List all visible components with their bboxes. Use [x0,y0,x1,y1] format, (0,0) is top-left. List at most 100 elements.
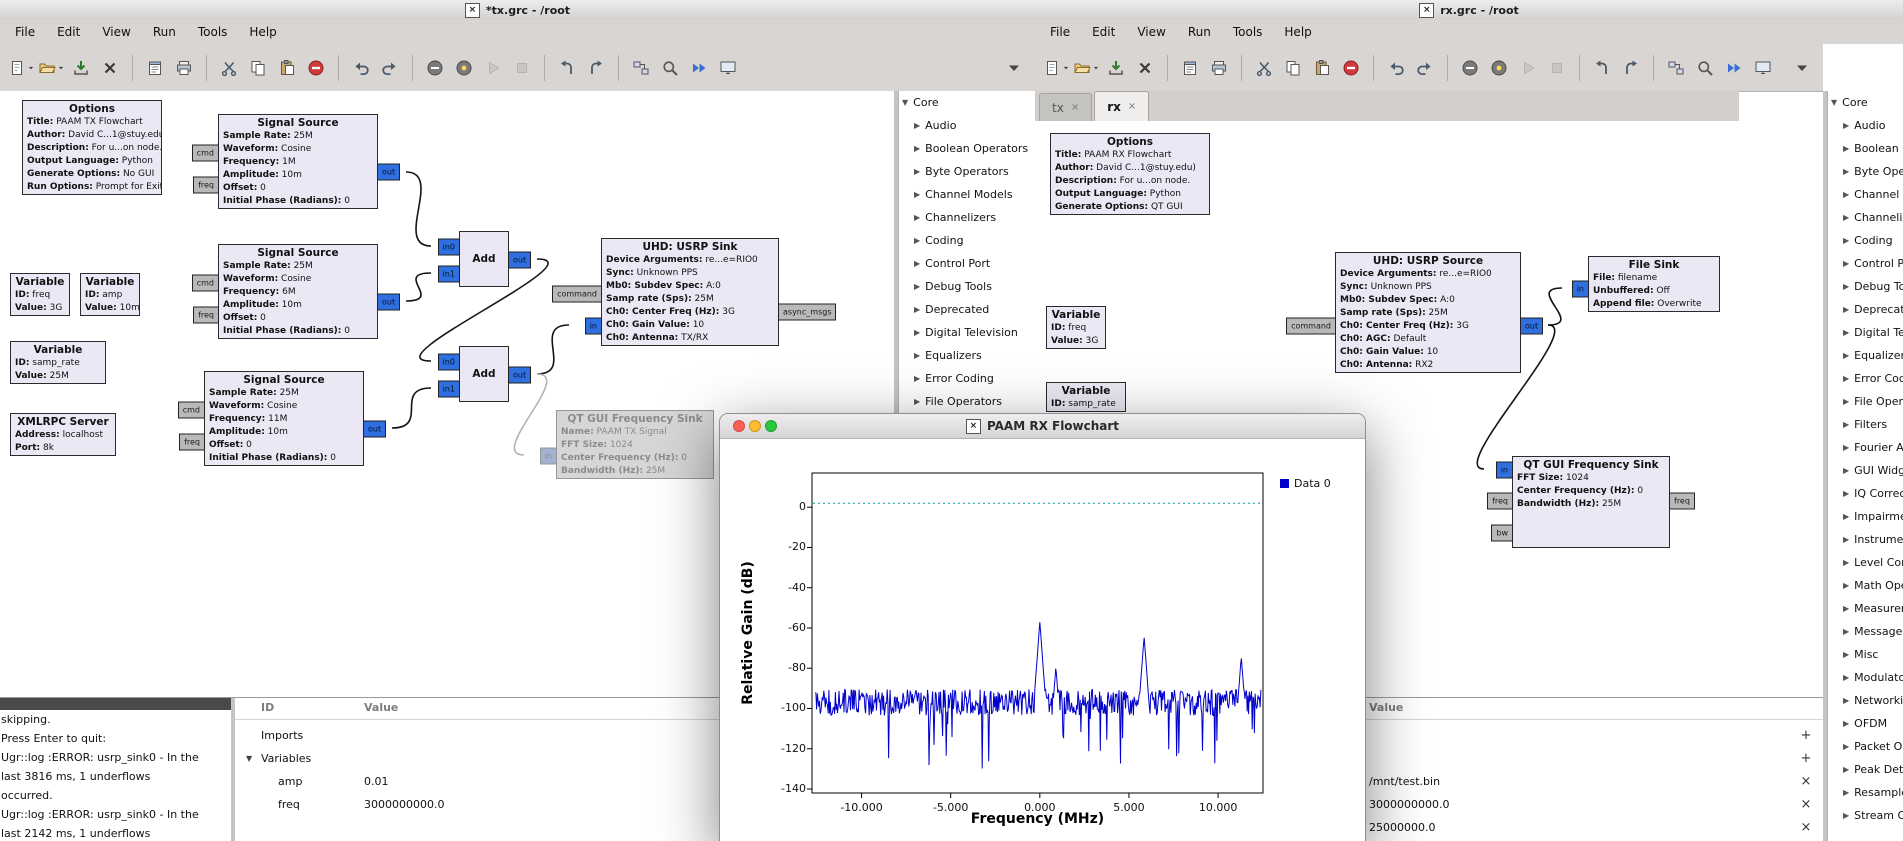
variable-value[interactable]: 25000000.0 [1369,816,1435,838]
play-button[interactable] [1515,52,1541,84]
port-in[interactable]: in [540,448,557,465]
tree-category-channel-models[interactable]: ▶Channel Models [899,183,1036,206]
menu-run[interactable]: Run [1177,22,1222,42]
tree-category-gui-widgets[interactable]: ▶GUI Widgets [1828,459,1903,482]
tree-category-coding[interactable]: ▶Coding [1828,229,1903,252]
tree-category-instrumentation[interactable]: ▶Instrumentation [1828,528,1903,551]
flowgraph-block-signal-source-1[interactable]: Signal SourceSample Rate: 25MWaveform: C… [218,114,378,209]
save-file-button[interactable] [68,52,94,84]
tree-category-channelizers[interactable]: ▶Channelizers [1828,206,1903,229]
tree-root-core[interactable]: ▼Core [1828,91,1903,114]
copy-button[interactable] [1280,52,1306,84]
tree-category-ofdm[interactable]: ▶OFDM [1828,712,1903,735]
collapse-arrow-icon[interactable]: ▼ [902,98,908,107]
flowgraph-block-qtgui-frequency-sink-rx[interactable]: QT GUI Frequency SinkFFT Size: 1024Cente… [1512,456,1670,548]
tree-category-level-controllers[interactable]: ▶Level Controllers [1828,551,1903,574]
close-file-button[interactable] [1132,52,1158,84]
flowgraph-block-variable-samp-rate-rx[interactable]: VariableID: samp_rate [1046,382,1126,412]
save-file-button[interactable] [1103,52,1129,84]
tab-close-icon[interactable]: × [1128,101,1136,112]
flowgraph-block-uhd-usrp-source[interactable]: UHD: USRP SourceDevice Arguments: re...e… [1335,252,1521,373]
port-in[interactable]: in [1496,462,1513,479]
kill-flowgraph-button[interactable] [422,52,448,84]
tree-category-debug-tools[interactable]: ▶Debug Tools [899,275,1036,298]
variable-value[interactable]: 3000000000.0 [1369,793,1449,815]
variable-row-variables[interactable]: Variables [261,747,311,769]
flowgraph-block-qtgui-frequency-sink-tx[interactable]: QT GUI Frequency SinkName: PAAM TX Signa… [556,410,714,479]
stop-button[interactable] [1544,52,1570,84]
port-in0[interactable]: in0 [438,239,460,256]
new-file-button[interactable] [1043,52,1070,84]
variable-row-imports[interactable]: Imports [261,724,303,746]
tree-category-byte-operators[interactable]: ▶Byte Operators [899,160,1036,183]
print-button[interactable] [171,52,197,84]
flowgraph-block-file-sink[interactable]: File SinkFile: filenameUnbuffered: OffAp… [1588,256,1720,312]
menu-run[interactable]: Run [142,22,187,42]
port-out[interactable]: out [508,252,531,269]
tree-category-coding[interactable]: ▶Coding [899,229,1036,252]
tree-category-file-operators[interactable]: ▶File Operators [899,390,1036,413]
tree-category-digital-television[interactable]: ▶Digital Television [1828,321,1903,344]
port-in[interactable]: in [585,318,602,335]
flowgraph-block-options-rx[interactable]: OptionsTitle: PAAM RX FlowchartAuthor: D… [1050,133,1210,215]
paste-button[interactable] [274,52,300,84]
tab-close-icon[interactable]: × [1071,102,1079,113]
menu-file[interactable]: File [4,22,46,42]
copy-button[interactable] [245,52,271,84]
undo-button[interactable] [1383,52,1409,84]
cut-button[interactable] [1251,52,1277,84]
tab-tx[interactable]: tx× [1039,93,1092,121]
port-bw[interactable]: bw [1491,525,1513,542]
open-file-button[interactable] [38,52,65,84]
close-file-button[interactable] [97,52,123,84]
zoom-button[interactable] [657,52,683,84]
tab-rx[interactable]: rx× [1094,91,1149,121]
port-freq[interactable]: freq [179,434,205,451]
variable-row-freq[interactable]: freq [278,793,300,815]
tx-titlebar[interactable]: × *tx.grc - /root [0,0,1035,21]
rotate-cw-button[interactable] [1618,52,1644,84]
flowgraph-block-xmlrpc-server[interactable]: XMLRPC ServerAddress: localhostPort: 8k [10,413,116,456]
port-cmd[interactable]: cmd [192,145,219,162]
undo-button[interactable] [348,52,374,84]
menu-file[interactable]: File [1039,22,1081,42]
tree-category-boolean-operators[interactable]: ▶Boolean Operators [1828,137,1903,160]
flowgraph-block-add-1[interactable]: Addin0in1out [459,231,509,287]
port-out[interactable]: out [1520,318,1543,335]
tx-console-panel[interactable]: skipping.Press Enter to quit:Ugr::log :E… [0,698,231,841]
port-freq[interactable]: freq [1487,493,1513,510]
tree-category-peak-detectors[interactable]: ▶Peak Detectors [1828,758,1903,781]
screen-capture-button[interactable] [715,52,741,84]
port-out[interactable]: out [363,421,386,438]
new-file-button[interactable] [8,52,35,84]
menu-help[interactable]: Help [1273,22,1322,42]
variables-expand-arrow-icon[interactable]: ▼ [246,754,252,763]
menu-help[interactable]: Help [238,22,287,42]
caret-down-button[interactable] [1001,52,1027,84]
add-row-button[interactable]: + [1798,727,1814,743]
frequency-plot[interactable] [720,439,1365,841]
rotate-cw-button[interactable] [583,52,609,84]
tree-category-measurement-tools[interactable]: ▶Measurement Tools [1828,597,1903,620]
tree-category-misc[interactable]: ▶Misc [1828,643,1903,666]
tree-category-networking-tools[interactable]: ▶Networking Tools [1828,689,1903,712]
fast-forward-button[interactable] [686,52,712,84]
menu-edit[interactable]: Edit [46,22,91,42]
tree-category-deprecated[interactable]: ▶Deprecated [1828,298,1903,321]
tree-category-audio[interactable]: ▶Audio [899,114,1036,137]
screen-capture-button[interactable] [1750,52,1776,84]
flowgraph-block-variable-amp[interactable]: VariableID: ampValue: 10m [80,273,140,316]
maximize-traffic-light[interactable] [765,420,777,432]
add-row-button[interactable]: + [1798,750,1814,766]
rotate-ccw-button[interactable] [554,52,580,84]
flowgraph-block-signal-source-3[interactable]: Signal SourceSample Rate: 25MWaveform: C… [204,371,364,466]
hier-block-button[interactable] [628,52,654,84]
remove-row-button[interactable]: × [1798,819,1814,835]
tree-category-audio[interactable]: ▶Audio [1828,114,1903,137]
tree-category-error-coding[interactable]: ▶Error Coding [1828,367,1903,390]
tree-category-error-coding[interactable]: ▶Error Coding [899,367,1036,390]
variable-value[interactable]: /mnt/test.bin [1369,770,1440,792]
zoom-button[interactable] [1692,52,1718,84]
tree-category-filters[interactable]: ▶Filters [1828,413,1903,436]
flowgraph-block-options[interactable]: OptionsTitle: PAAM TX FlowchartAuthor: D… [22,100,162,195]
